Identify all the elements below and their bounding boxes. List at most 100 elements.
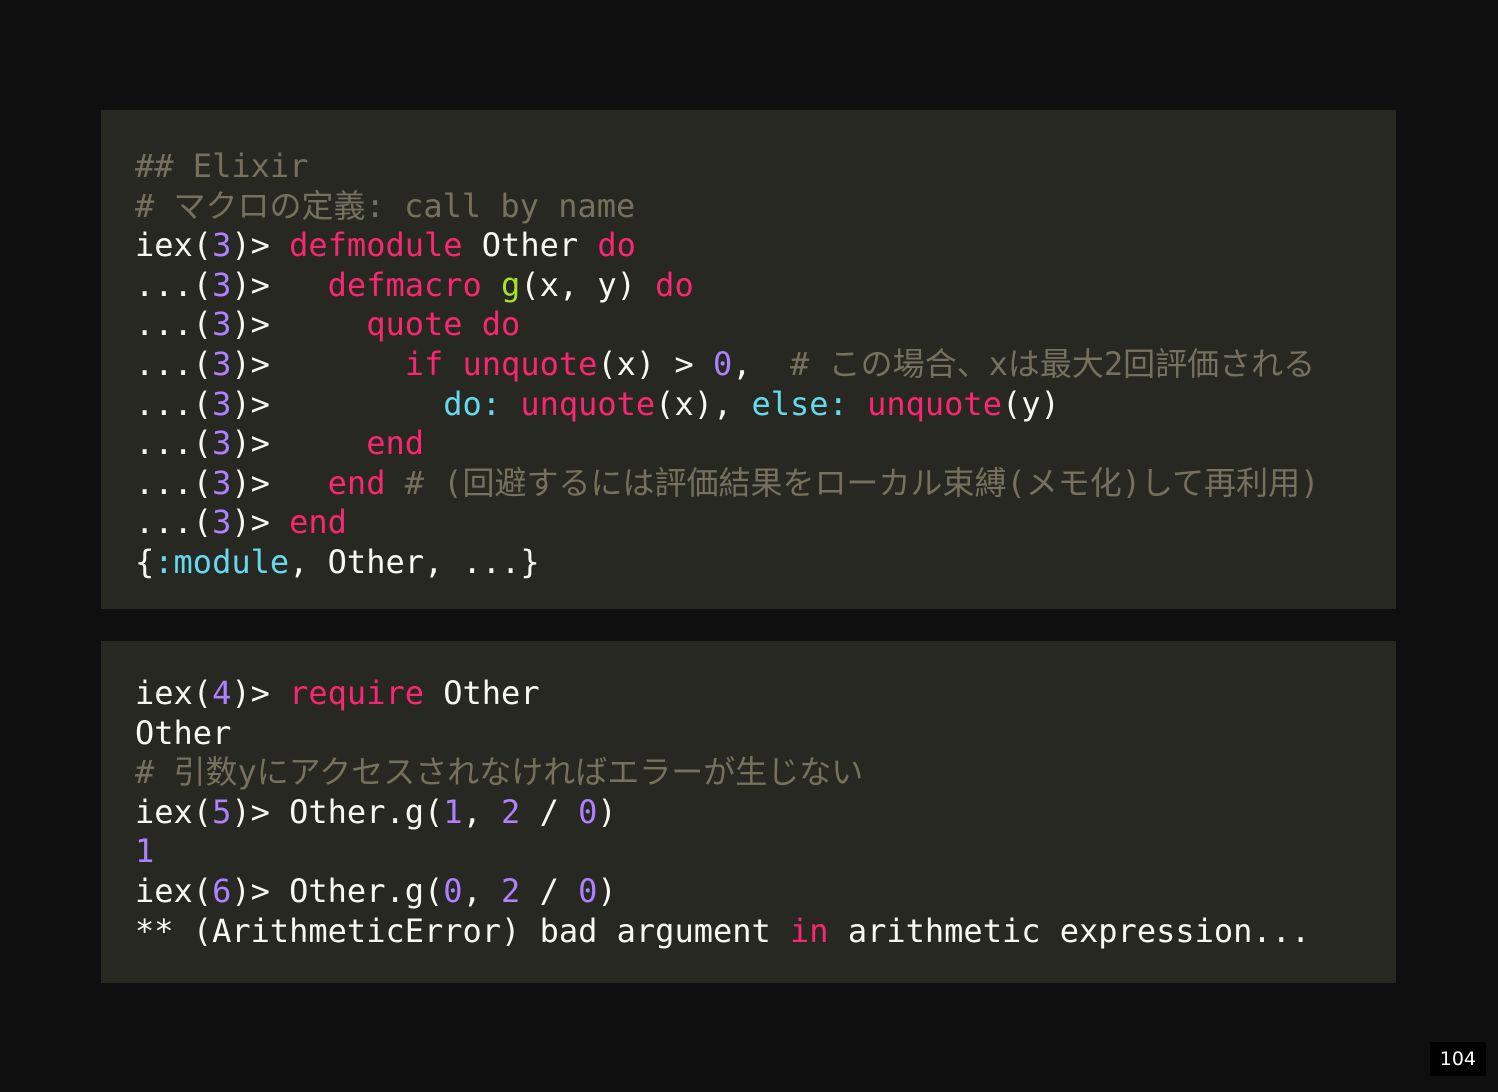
code-line: iex(6)> Other.g(0, 2 / 0) [135,872,1396,912]
code-token: ...( [135,305,213,344]
code-token: )> Other.g( [231,871,444,910]
code-token: 3 [212,226,232,265]
code-token: iex( [135,226,213,265]
code-token: ...( [135,344,213,383]
code-token: else: [751,384,848,423]
code-line: iex(5)> Other.g(1, 2 / 0) [135,793,1396,833]
code-token: Other [135,713,232,752]
code-token: (x, y) [520,265,656,304]
code-token: # マクロの定義: call by name [135,186,636,225]
code-token: 0 [578,871,598,910]
code-line: Other [135,714,1396,754]
code-token: , [462,871,502,910]
code-token: )> [231,424,367,463]
code-token: ) [597,792,617,831]
code-token: (x), [655,384,752,423]
code-token: 3 [212,424,232,463]
code-token: g [501,265,521,304]
code-token: )> [231,305,367,344]
code-token: 3 [212,384,232,423]
code-token: 6 [212,871,232,910]
code-token: quote do [366,305,521,344]
code-token: Other [462,226,598,265]
code-token: ** (ArithmeticError) bad argument [135,911,791,950]
code-token: defmacro [327,265,482,304]
code-token: iex( [135,792,213,831]
code-token: ) [597,871,617,910]
code-token: ...( [135,424,213,463]
code-token: 2 [501,871,521,910]
code-token: end [289,503,347,542]
code-token: 3 [212,265,232,304]
page-number: 104 [1429,1042,1486,1076]
code-token: { [135,542,155,581]
code-line: # 引数yにアクセスされなければエラーが生じない [135,753,1396,793]
code-token: if unquote [404,344,598,383]
code-token: , [462,792,502,831]
code-token: 0 [443,871,463,910]
code-token: in [790,911,829,950]
code-line: ** (ArithmeticError) bad argument in ari… [135,912,1396,952]
code-token: unquote [520,384,656,423]
code-token: (x) > [597,344,713,383]
code-token: iex( [135,871,213,910]
code-token: ...( [135,503,213,542]
code-line: ...(3)> quote do [135,305,1396,345]
code-token: (y) [1001,384,1060,423]
code-line: iex(4)> require Other [135,674,1396,714]
code-token: do: [443,384,502,423]
code-token: do [655,265,694,304]
code-token: ...( [135,463,213,502]
code-token: / [520,871,579,910]
code-token: 0 [712,344,733,383]
code-token: end [366,424,424,463]
code-token: do [597,226,636,265]
code-token: ## Elixir [135,147,309,185]
code-token: )> [231,503,290,542]
code-token: iex( [135,674,213,712]
code-token: ...( [135,265,213,304]
code-token: 0 [578,792,598,831]
code-token: )> [231,226,290,265]
code-block-macro-definition: ## Elixir # マクロの定義: call by name iex(3)> d… [101,110,1396,609]
code-line: ...(3)> end # (回避するには評価結果をローカル束縛(メモ化)して再… [135,464,1396,504]
code-line: ...(3)> defmacro g(x, y) do [135,266,1396,306]
code-line: 1 [135,832,1396,872]
code-token: ...( [135,384,213,423]
code-token: )> [231,463,328,502]
code-token: require [289,674,424,712]
code-token: # 引数yにアクセスされなければエラーが生じない [135,753,864,792]
code-token: )> [231,384,444,423]
code-token: 1 [135,832,155,871]
code-token: 3 [212,344,232,383]
code-token: Other [423,674,540,712]
code-line: ...(3)> end [135,503,1396,543]
code-token: )> [231,674,290,712]
code-token: )> [231,265,328,304]
code-token: # (回避するには評価結果をローカル束縛(メモ化)して再利用) [385,463,1320,502]
code-token: 4 [212,674,232,712]
code-token: end [327,463,386,502]
code-token: arithmetic expression... [828,911,1311,950]
code-line: iex(3)> defmodule Other do [135,226,1396,266]
code-token: , [732,344,791,383]
code-token: )> Other.g( [231,792,444,831]
code-line: # マクロの定義: call by name [135,187,1396,227]
code-token: / [520,792,579,831]
code-token: 3 [212,463,232,502]
code-token: # この場合、xは最大2回評価される [790,344,1316,383]
code-token: 5 [212,792,232,831]
code-line: ...(3)> if unquote(x) > 0, # この場合、xは最大2回… [135,345,1396,385]
code-line: ## Elixir [135,147,1396,187]
code-token: )> [231,344,405,383]
code-block-macro-usage: iex(4)> require Other Other # 引数yにアクセスされなけ… [101,641,1396,983]
code-line: ...(3)> end [135,424,1396,464]
code-line: {:module, Other, ...} [135,543,1396,583]
code-token: :module [154,542,290,581]
code-token: unquote [867,384,1002,423]
code-token: 3 [212,503,232,542]
code-token: 2 [501,792,521,831]
